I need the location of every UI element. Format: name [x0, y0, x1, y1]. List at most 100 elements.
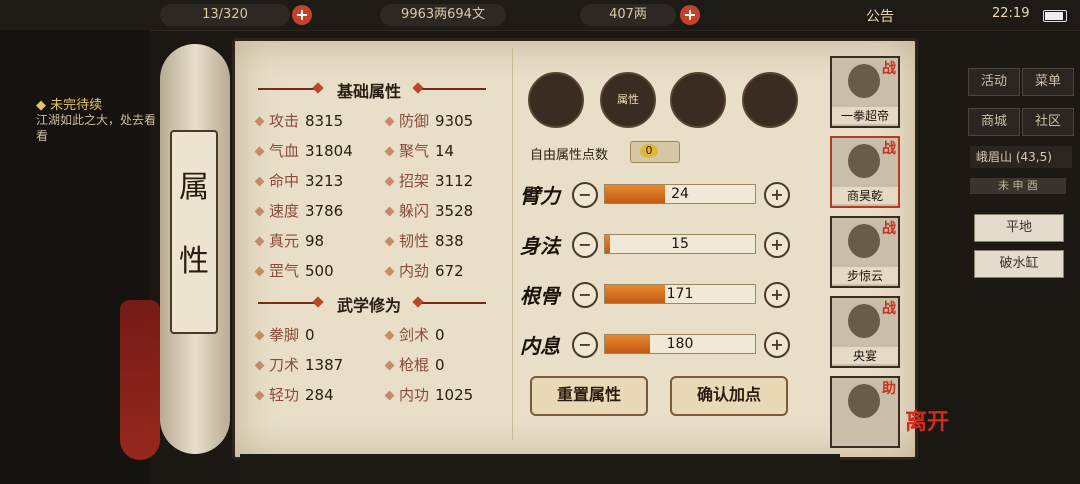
avatar: [848, 224, 880, 258]
martial-stat-item: 枪棍 0: [384, 354, 445, 375]
basic-stat-item: 命中 3213: [254, 170, 344, 191]
portrait-name: 步惊云: [832, 267, 898, 284]
increase-button[interactable]: +: [764, 232, 790, 258]
portrait-name: 央宴: [832, 347, 898, 364]
notice-button[interactable]: 公告: [866, 6, 894, 26]
attribute-name: 臂力: [520, 184, 560, 208]
martial-stat-item: 刀术 1387: [254, 354, 343, 375]
menu-button[interactable]: 菜单: [1022, 68, 1074, 96]
stat-value: 500: [305, 262, 334, 280]
tassel-decoration: [120, 300, 160, 460]
role-tag: 助: [882, 381, 896, 397]
basic-stat-item: 躲闪 3528: [384, 200, 474, 221]
basic-stat-item: 罡气 500: [254, 260, 334, 281]
terrain-flat[interactable]: 平地: [974, 214, 1064, 242]
location-label: 峨眉山 (43,5): [970, 146, 1072, 168]
stamina-counter: 13/320: [160, 4, 290, 26]
stat-label: 刀术: [269, 356, 300, 374]
reset-attributes-button[interactable]: 重置属性: [530, 376, 648, 416]
avatar: [848, 144, 880, 178]
basic-stat-item: 韧性 838: [384, 230, 464, 251]
bullet-icon: [384, 146, 395, 157]
bullet-icon: [384, 330, 395, 341]
add-stamina-button[interactable]: +: [292, 5, 312, 25]
stat-label: 内劲: [399, 262, 430, 280]
basic-stat-item: 防御 9305: [384, 110, 474, 131]
stat-value: 98: [305, 232, 325, 250]
bullet-icon: [254, 236, 265, 247]
attribute-name: 根骨: [520, 284, 560, 308]
party-portrait[interactable]: 战商昊乾: [830, 136, 900, 208]
panel-divider: [512, 48, 513, 440]
stat-label: 拳脚: [269, 326, 300, 344]
bullet-icon: [254, 360, 265, 371]
attribute-value: 171: [666, 286, 694, 302]
bullet-icon: [254, 116, 265, 127]
stat-label: 气血: [269, 142, 300, 160]
title-line-right: [422, 88, 486, 90]
basic-stat-item: 攻击 8315: [254, 110, 343, 131]
portrait-name: 一拳超帝: [832, 107, 898, 124]
stat-label: 速度: [269, 202, 300, 220]
stat-value: 3213: [305, 172, 344, 190]
title-line-right: [422, 302, 486, 304]
bullet-icon: [384, 360, 395, 371]
party-portrait[interactable]: 助: [830, 376, 900, 448]
role-tag: 战: [882, 61, 896, 77]
avatar: [848, 64, 880, 98]
increase-button[interactable]: +: [764, 332, 790, 358]
basic-attributes-title: 基础属性: [336, 82, 401, 101]
attribute-bar: 171: [604, 284, 756, 304]
party-portrait[interactable]: 战一拳超帝: [830, 56, 900, 128]
increase-button[interactable]: +: [764, 282, 790, 308]
quest-title[interactable]: ◆ 未完待续: [36, 94, 102, 113]
stat-label: 真元: [269, 232, 300, 250]
decrease-button[interactable]: −: [572, 182, 598, 208]
bagua-icon[interactable]: [670, 72, 726, 128]
decrease-button[interactable]: −: [572, 282, 598, 308]
party-portrait[interactable]: 战央宴: [830, 296, 900, 368]
stat-value: 0: [435, 356, 445, 374]
martial-stat-item: 轻功 284: [254, 384, 334, 405]
free-points-value: 0: [640, 144, 658, 158]
meridian-icon[interactable]: [742, 72, 798, 128]
stat-value: 0: [435, 326, 445, 344]
avatar: [848, 384, 880, 418]
attribute-name: 身法: [520, 234, 560, 258]
decrease-button[interactable]: −: [572, 232, 598, 258]
add-silver-button[interactable]: +: [680, 5, 700, 25]
leave-button[interactable]: 离开: [905, 404, 949, 436]
money-counter: 9963两694文: [380, 4, 506, 26]
decrease-button[interactable]: −: [572, 332, 598, 358]
basic-stat-item: 内劲 672: [384, 260, 464, 281]
terrain-jar[interactable]: 破水缸: [974, 250, 1064, 278]
stat-value: 284: [305, 386, 334, 404]
martial-stat-item: 拳脚 0: [254, 324, 315, 345]
basic-stat-item: 招架 3112: [384, 170, 473, 191]
activity-button[interactable]: 活动: [968, 68, 1020, 96]
attribute-value: 15: [671, 236, 689, 252]
stat-value: 0: [305, 326, 315, 344]
increase-button[interactable]: +: [764, 182, 790, 208]
clock: 22:19: [992, 6, 1030, 21]
silver-counter: 407两: [580, 4, 676, 26]
stat-value: 3528: [435, 202, 474, 220]
bullet-icon: [384, 390, 395, 401]
role-tag: 战: [882, 301, 896, 317]
stat-value: 9305: [435, 112, 474, 130]
party-portrait[interactable]: 战步惊云: [830, 216, 900, 288]
bullet-icon: [254, 266, 265, 277]
attribute-bar: 180: [604, 334, 756, 354]
confirm-points-button[interactable]: 确认加点: [670, 376, 788, 416]
basic-stat-item: 气血 31804: [254, 140, 353, 161]
bullet-icon: [384, 206, 395, 217]
attribute-value: 24: [671, 186, 689, 202]
title-line-left: [258, 302, 320, 304]
shop-button[interactable]: 商城: [968, 108, 1020, 136]
character-icon[interactable]: [528, 72, 584, 128]
stat-label: 防御: [399, 112, 430, 130]
attributes-scroll-icon[interactable]: 属性: [600, 72, 656, 128]
stat-value: 3786: [305, 202, 344, 220]
community-button[interactable]: 社区: [1022, 108, 1074, 136]
role-tag: 战: [882, 221, 896, 237]
